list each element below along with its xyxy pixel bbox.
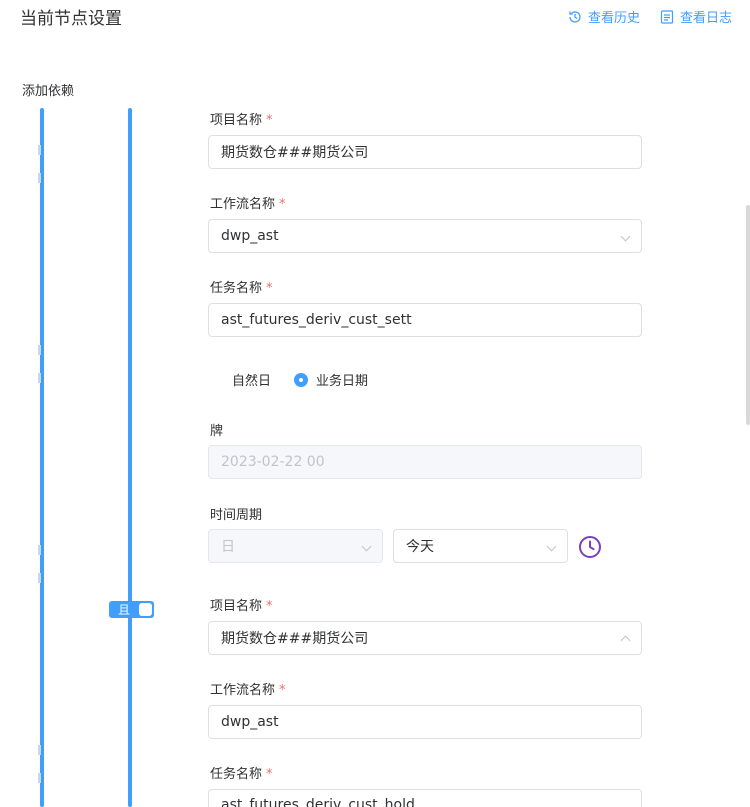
project-name-label: 项目名称 * [210, 595, 273, 614]
required-mark: * [266, 281, 273, 296]
task-name-value: ast_futures_deriv_cust_sett [221, 312, 412, 328]
business-date-input: 2023-02-22 00 [208, 445, 642, 479]
workflow-name-label: 工作流名称 * [210, 193, 286, 212]
outer-relation-line [40, 108, 44, 807]
chevron-up-icon [620, 635, 631, 646]
workflow-name-value: dwp_ast [221, 228, 279, 244]
page-title: 当前节点设置 [20, 9, 122, 29]
line-tick [38, 545, 41, 555]
line-tick [38, 773, 41, 783]
workflow-name-select[interactable]: dwp_ast [208, 705, 642, 739]
line-tick [38, 745, 41, 755]
business-date-value: 2023-02-22 00 [221, 454, 325, 470]
and-relation-label: 且 [118, 603, 131, 617]
project-name-value: 期货数仓###期货公司 [221, 145, 369, 161]
workflow-name-label-text: 工作流名称 [210, 197, 276, 212]
period-unit-select: 日 [208, 529, 383, 563]
task-name-label-text: 任务名称 [210, 281, 263, 296]
date-label: 牌 [210, 424, 224, 439]
log-icon [659, 9, 675, 25]
and-relation-toggle[interactable]: 且 [109, 601, 154, 618]
inner-relation-line [128, 108, 132, 807]
project-name-value: 期货数仓###期货公司 [221, 631, 369, 647]
required-mark: * [266, 599, 273, 614]
radio-business-date[interactable]: 业务日期 [294, 370, 368, 389]
view-history-link[interactable]: 查看历史 [567, 7, 640, 26]
project-name-select[interactable]: 期货数仓###期货公司 [208, 621, 642, 655]
add-dependency-label: 添加依赖 [22, 84, 75, 99]
line-tick [38, 145, 41, 155]
period-value-value: 今天 [406, 539, 434, 555]
radio-natural-day[interactable]: 自然日 [232, 370, 271, 389]
scrollbar[interactable] [746, 205, 750, 425]
project-name-label-text: 项目名称 [210, 599, 263, 614]
workflow-name-value: dwp_ast [221, 714, 279, 730]
line-tick [38, 373, 41, 383]
time-period-label: 时间周期 [210, 508, 263, 523]
radio-checked-icon [294, 372, 308, 387]
chevron-down-icon [620, 231, 631, 242]
task-name-label-text: 任务名称 [210, 767, 263, 782]
view-log-link[interactable]: 查看日志 [659, 7, 732, 26]
relation-switch-knob [139, 603, 152, 616]
required-mark: * [266, 113, 273, 128]
radio-natural-day-label: 自然日 [232, 374, 272, 389]
chevron-down-icon [546, 541, 557, 552]
view-log-label: 查看日志 [680, 11, 733, 26]
radio-business-date-label: 业务日期 [316, 374, 369, 389]
line-tick [38, 173, 41, 183]
line-tick [38, 345, 41, 355]
clock-icon[interactable] [578, 535, 602, 563]
task-name-label: 任务名称 * [210, 277, 273, 296]
required-mark: * [266, 767, 273, 782]
task-name-select[interactable]: ast_futures_deriv_cust_sett [208, 303, 642, 337]
view-history-label: 查看历史 [588, 11, 641, 26]
period-unit-value: 日 [221, 539, 235, 555]
workflow-name-select[interactable]: dwp_ast [208, 219, 642, 253]
project-name-label: 项目名称 * [210, 109, 273, 128]
workflow-name-label: 工作流名称 * [210, 679, 286, 698]
history-icon [567, 9, 583, 25]
required-mark: * [279, 197, 286, 212]
line-tick [38, 573, 41, 583]
task-name-select[interactable]: ast_futures_deriv_cust_hold [208, 789, 642, 807]
project-name-label-text: 项目名称 [210, 113, 263, 128]
chevron-down-icon [361, 541, 372, 552]
required-mark: * [279, 683, 286, 698]
project-name-select[interactable]: 期货数仓###期货公司 [208, 135, 642, 169]
task-name-label: 任务名称 * [210, 763, 273, 782]
task-name-value: ast_futures_deriv_cust_hold [221, 797, 415, 807]
period-value-select[interactable]: 今天 [393, 529, 568, 563]
workflow-name-label-text: 工作流名称 [210, 683, 276, 698]
